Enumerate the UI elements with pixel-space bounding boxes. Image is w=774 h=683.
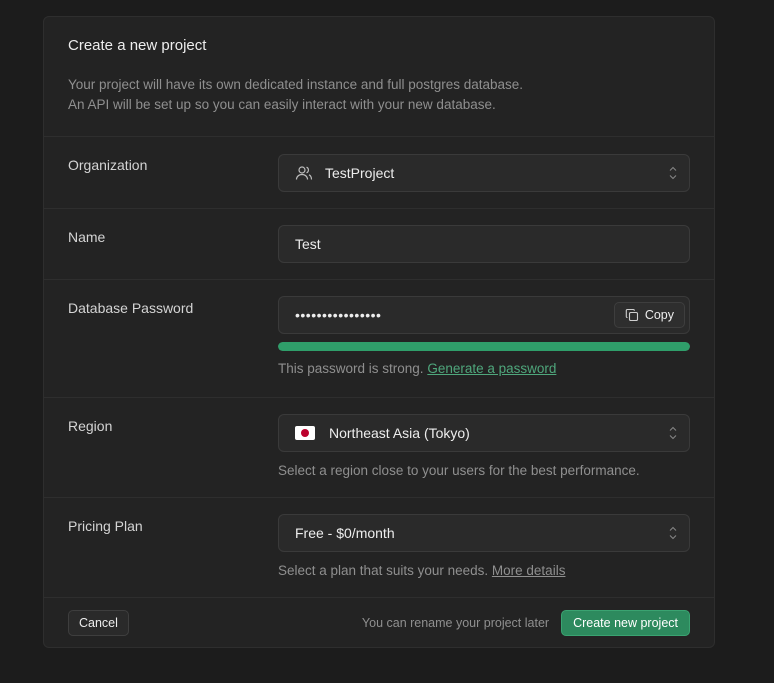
create-project-button[interactable]: Create new project — [561, 610, 690, 636]
description-line-2: An API will be set up so you can easily … — [68, 97, 496, 112]
region-row: Region Northeast Asia (Tokyo) Select a r… — [44, 398, 714, 498]
organization-value: TestProject — [325, 165, 395, 181]
organization-control: TestProject — [278, 137, 690, 208]
region-select[interactable]: Northeast Asia (Tokyo) — [278, 414, 690, 452]
dialog-title: Create a new project — [68, 37, 207, 54]
plan-label: Pricing Plan — [68, 518, 143, 534]
copy-icon — [625, 308, 639, 322]
copy-label: Copy — [644, 308, 674, 322]
region-value: Northeast Asia (Tokyo) — [329, 425, 470, 441]
rename-note: You can rename your project later — [361, 616, 550, 630]
password-label: Database Password — [68, 300, 194, 316]
chevron-up-down-icon — [669, 166, 677, 180]
organization-select[interactable]: TestProject — [278, 154, 690, 192]
plan-hint-text: Select a plan that suits your needs. — [278, 563, 489, 578]
plan-value: Free - $0/month — [295, 525, 395, 541]
copy-button[interactable]: Copy — [613, 302, 685, 328]
plan-row: Pricing Plan Free - $0/month Select a pl… — [44, 498, 714, 598]
password-strength-fill — [278, 342, 690, 351]
password-input[interactable]: •••••••••••••••• Copy — [278, 296, 690, 334]
dialog-description: Your project will have its own dedicated… — [68, 75, 690, 115]
more-details-link[interactable]: More details — [492, 563, 566, 578]
name-input[interactable]: Test — [278, 225, 690, 263]
password-strength-text: This password is strong. — [278, 361, 424, 376]
plan-select[interactable]: Free - $0/month — [278, 514, 690, 552]
cancel-button[interactable]: Cancel — [68, 610, 129, 636]
password-control: •••••••••••••••• Copy This password is s… — [278, 280, 690, 397]
region-hint: Select a region close to your users for … — [278, 463, 640, 478]
password-strength-hint: This password is strong. Generate a pass… — [278, 360, 690, 378]
chevron-up-down-icon — [669, 526, 677, 540]
create-project-dialog: Create a new project Your project will h… — [43, 16, 715, 648]
region-label: Region — [68, 418, 113, 434]
password-row: Database Password •••••••••••••••• Copy — [44, 280, 714, 398]
users-icon — [295, 165, 313, 181]
name-value: Test — [295, 236, 321, 252]
name-control: Test — [278, 209, 690, 279]
chevron-up-down-icon — [669, 426, 677, 440]
organization-label: Organization — [68, 157, 148, 173]
japan-flag-icon — [295, 426, 315, 440]
plan-control: Free - $0/month Select a plan that suits… — [278, 498, 690, 597]
description-line-1: Your project will have its own dedicated… — [68, 77, 524, 92]
name-row: Name Test — [44, 209, 714, 280]
dialog-footer: Cancel You can rename your project later… — [44, 598, 714, 647]
generate-password-link[interactable]: Generate a password — [427, 361, 556, 376]
plan-hint: Select a plan that suits your needs. Mor… — [278, 562, 690, 580]
password-strength-bar — [278, 342, 690, 351]
organization-row: Organization TestProject — [44, 137, 714, 209]
name-label: Name — [68, 229, 106, 245]
dialog-header: Create a new project Your project will h… — [44, 17, 714, 137]
region-control: Northeast Asia (Tokyo) Select a region c… — [278, 398, 690, 497]
footer-actions: You can rename your project later Create… — [362, 610, 690, 636]
